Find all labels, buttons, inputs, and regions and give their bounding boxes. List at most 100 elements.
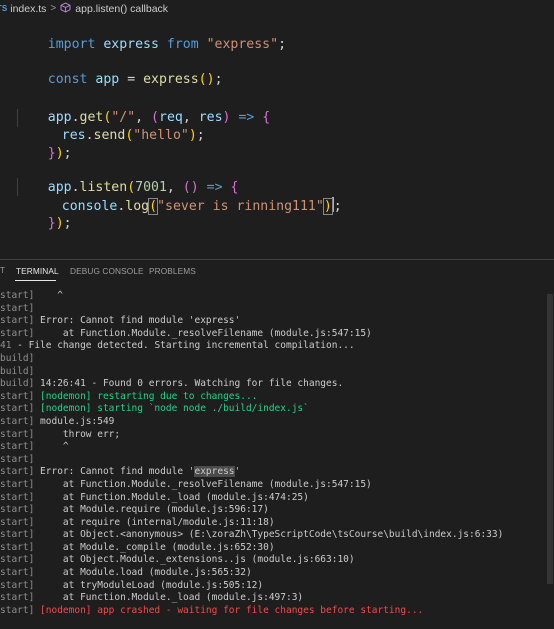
tab-problems[interactable]: PROBLEMS	[149, 266, 196, 276]
code-line-10: console.log("sever is rinning111");	[61, 197, 342, 215]
terminal-line: start] module.js:549	[0, 416, 554, 429]
terminal-line-prefix: start]	[0, 554, 35, 566]
terminal-line-text: '	[234, 466, 241, 478]
terminal-line-text: throw err;	[34, 428, 121, 440]
terminal-output[interactable]: start] ^ start] start] Error: Cannot find …	[0, 290, 554, 617]
terminal-line-text: [nodemon] restarting due to changes...	[34, 390, 258, 402]
terminal-line: start] at Module._compile (module.js:652…	[0, 542, 554, 555]
terminal-line: build]	[0, 353, 554, 366]
code-line-9: app.listen(7001, () => {	[47, 180, 239, 195]
terminal-line: start] ^	[0, 290, 554, 303]
panel-tabs: T TERMINAL DEBUG CONSOLE PROBLEMS	[0, 260, 554, 282]
terminal-line-text: Error: Cannot find module '	[34, 466, 195, 478]
breadcrumb: TS index.ts > app.listen() callback	[0, 0, 554, 17]
terminal-line-prefix: start]	[0, 403, 35, 415]
terminal-line: start] at Object.Module._extensions..js …	[0, 554, 554, 567]
terminal-line: start] at Function.Module._load (module.…	[0, 592, 554, 605]
terminal-line: start] at Function.Module._resolveFilena…	[0, 328, 554, 341]
terminal-line-prefix: start]	[0, 441, 35, 453]
terminal-line-prefix: start]	[0, 428, 35, 440]
terminal-line: start] [nodemon] starting `node node ./b…	[0, 403, 554, 416]
breadcrumb-separator: >	[50, 3, 57, 14]
function-cube-icon	[60, 1, 71, 16]
code-line-1: import express from "express";	[47, 37, 287, 52]
terminal-line-prefix: start]	[0, 516, 35, 528]
terminal-line-prefix: start]	[0, 390, 35, 402]
bottom-panel: T TERMINAL DEBUG CONSOLE PROBLEMS start]…	[0, 259, 554, 629]
terminal-line-text: at Function.Module._resolveFilename (mod…	[34, 327, 372, 339]
terminal-line-text: at Object.<anonymous> (E:\zoraZh\TypeScr…	[34, 529, 504, 541]
terminal-line-text: ^	[34, 441, 69, 453]
terminal-line-prefix: build]	[0, 378, 35, 390]
terminal-line: start] Error: Cannot find module 'expres…	[0, 466, 554, 479]
terminal-selection: express	[194, 466, 235, 478]
terminal-line-prefix: start]	[0, 529, 35, 541]
terminal-line: start] at Function.Module._resolveFilena…	[0, 479, 554, 492]
breadcrumb-file[interactable]: index.ts	[10, 3, 46, 15]
code-line-7: });	[47, 146, 72, 161]
terminal-line-text: at Function.Module._load (module.js:497:…	[34, 592, 304, 604]
terminal-line-prefix: start]	[0, 592, 35, 604]
terminal-line-text: at Module._compile (module.js:652:30)	[34, 541, 275, 553]
code-line-3: const app = express();	[47, 72, 223, 87]
panel-left-marker: T	[0, 266, 5, 275]
active-tab-indicator	[15, 280, 56, 281]
scrollbar-thumb[interactable]	[547, 294, 553, 584]
terminal-line-prefix: start]	[0, 579, 35, 591]
tab-debug-console[interactable]: DEBUG CONSOLE	[70, 266, 144, 276]
terminal-line-text: ^	[34, 290, 63, 301]
typescript-file-icon: TS	[0, 4, 8, 13]
terminal-line-text: at Object.Module._extensions..js (module…	[34, 554, 355, 566]
code-editor[interactable]: import express from "express"; const app…	[0, 18, 554, 258]
terminal-line: start] at tryModuleLoad (module.js:505:1…	[0, 580, 554, 593]
terminal-line: build] 14:26:41 - Found 0 errors. Watchi…	[0, 378, 554, 391]
terminal-line: start] [nodemon] restarting due to chang…	[0, 391, 554, 404]
terminal-line: start] throw err;	[0, 429, 554, 442]
terminal-line-text: Error: Cannot find module 'express'	[34, 315, 241, 327]
terminal-line-prefix: start]	[0, 567, 35, 579]
code-line-5: app.get("/", (req, res) => {	[47, 110, 271, 125]
code-line-11: });	[47, 216, 72, 231]
terminal-line-text: module.js:549	[34, 415, 115, 427]
terminal-line: start] [nodemon] app crashed - waiting f…	[0, 605, 554, 618]
terminal-scrollbar[interactable]	[546, 290, 554, 629]
terminal-line-prefix: start]	[0, 315, 35, 327]
terminal-line-text: at Module.require (module.js:596:17)	[34, 504, 269, 516]
terminal-line-prefix: build]	[0, 352, 35, 364]
terminal-line: start] at Module.load (module.js:565:32)	[0, 567, 554, 580]
terminal-line: start] at Module.require (module.js:596:…	[0, 504, 554, 517]
terminal-line: start] Error: Cannot find module 'expres…	[0, 315, 554, 328]
terminal-line-prefix: start]	[0, 302, 35, 314]
terminal-line-text: at Module.load (module.js:565:32)	[34, 567, 252, 579]
terminal-line-prefix: start]	[0, 453, 35, 465]
terminal-line-prefix: start]	[0, 541, 35, 553]
bracket-match-open: (	[148, 198, 159, 215]
terminal-line-prefix: start]	[0, 478, 35, 490]
terminal-line-text: [nodemon] starting `node node ./build/in…	[34, 403, 309, 415]
terminal-line: start]	[0, 454, 554, 467]
terminal-line-prefix: start]	[0, 290, 35, 301]
code-line-6: res.send("hello");	[61, 128, 205, 143]
terminal-line: start] at require (internal/module.js:11…	[0, 517, 554, 530]
terminal-line-prefix: start]	[0, 491, 35, 503]
terminal-line-prefix: start]	[0, 604, 35, 616]
terminal-line-text: at tryModuleLoad (module.js:505:12)	[34, 579, 264, 591]
terminal-line-prefix: 41	[0, 340, 12, 352]
terminal-line-text: 14:26:41 - Found 0 errors. Watching for …	[34, 378, 344, 390]
terminal-line-prefix: build]	[0, 365, 35, 377]
terminal-line-prefix: start]	[0, 415, 35, 427]
terminal-line-text: at Function.Module._load (module.js:474:…	[34, 491, 309, 503]
terminal-line-text: [nodemon] app crashed - waiting for file…	[34, 604, 424, 616]
terminal-line-prefix: start]	[0, 504, 35, 516]
terminal-line-prefix: start]	[0, 466, 35, 478]
tab-terminal[interactable]: TERMINAL	[16, 266, 59, 276]
terminal-line: start] ^	[0, 441, 554, 454]
breadcrumb-symbol[interactable]: app.listen() callback	[75, 3, 168, 15]
terminal-line-text: - File change detected. Starting increme…	[11, 340, 355, 352]
terminal-line: build]	[0, 366, 554, 379]
terminal-line: start] at Function.Module._load (module.…	[0, 492, 554, 505]
terminal-line: start] at Object.<anonymous> (E:\zoraZh\…	[0, 529, 554, 542]
terminal-line-text: at require (internal/module.js:11:18)	[34, 516, 275, 528]
terminal-line-text: at Function.Module._resolveFilename (mod…	[34, 478, 372, 490]
bracket-match-close: )	[322, 198, 333, 215]
